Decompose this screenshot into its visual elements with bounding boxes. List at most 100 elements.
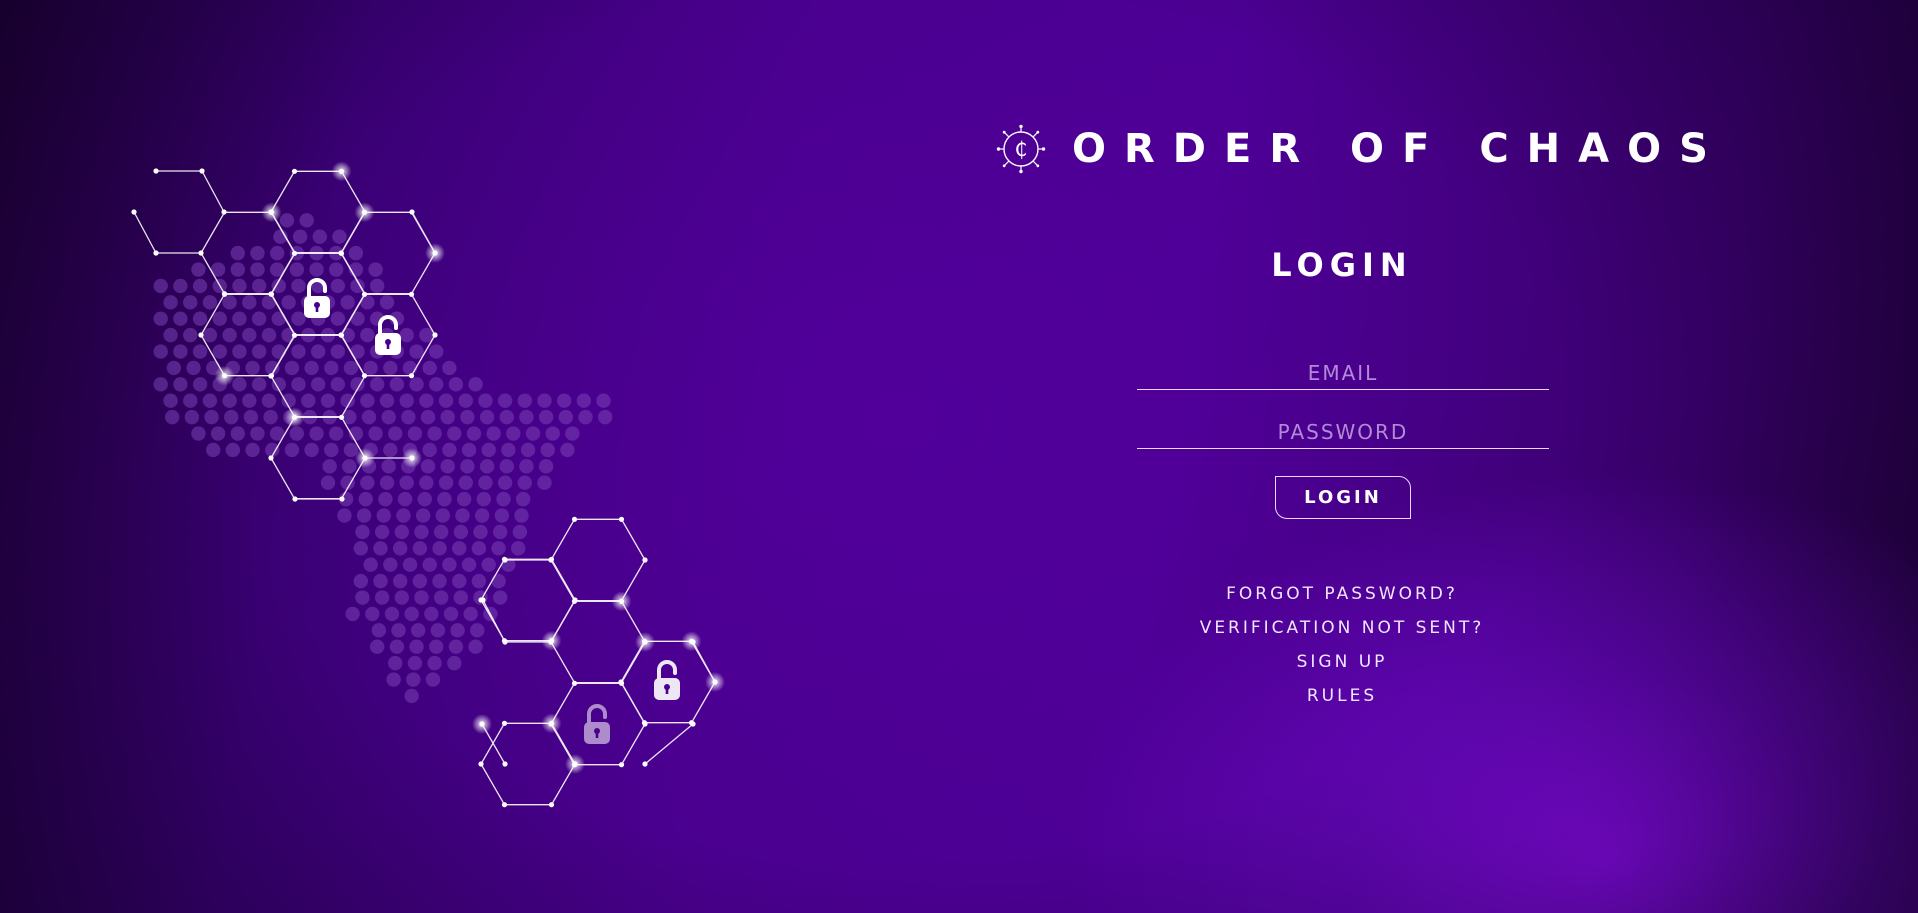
blob-dot [173, 278, 188, 294]
blob-dot [222, 327, 237, 343]
blob-dot [392, 541, 408, 556]
blob-dot [291, 344, 306, 359]
blob-dot [519, 459, 534, 474]
blob-dot [384, 606, 400, 622]
blob-dot [360, 393, 375, 408]
blob-dot [466, 426, 482, 441]
blob-dot [183, 393, 198, 408]
network-node [198, 250, 204, 256]
blob-dot [409, 377, 424, 392]
blob-dot [401, 409, 416, 425]
blob-dot [476, 491, 491, 507]
network-node [690, 639, 696, 645]
blob-dot [520, 442, 536, 458]
blob-dot [342, 459, 357, 474]
network-node [642, 761, 648, 767]
blob-dot [433, 524, 449, 540]
blob-dot [478, 475, 493, 490]
login-heading: LOGIN [1271, 246, 1413, 284]
blob-dot [378, 491, 393, 507]
node-glow [425, 243, 445, 263]
blob-dot [330, 377, 346, 392]
blob-dot [558, 409, 573, 425]
blob-dot [399, 475, 414, 490]
blob-dot [494, 508, 510, 523]
network-node [338, 414, 345, 420]
blob-dot [394, 590, 409, 605]
blob-dot [474, 508, 490, 523]
blob-dot [245, 360, 260, 376]
network-node [548, 556, 555, 562]
rules-link[interactable]: RULES [1132, 682, 1552, 716]
blob-dot [427, 426, 442, 441]
blob-dot [478, 393, 493, 408]
blob-dot [370, 639, 385, 654]
blob-dot [191, 262, 206, 277]
blob-dot [210, 426, 226, 441]
blob-dot [430, 623, 446, 638]
blob-dot [468, 639, 483, 654]
blob-dot [545, 426, 560, 441]
network-node [221, 209, 227, 215]
network-node [642, 721, 648, 727]
network-node [153, 250, 159, 256]
blob-dot [343, 360, 359, 376]
blob-dot [309, 426, 324, 441]
blob-dot [388, 655, 403, 671]
blob-dot [429, 344, 444, 359]
blob-dot [433, 590, 449, 605]
blob-dot [230, 426, 245, 441]
forgot-password-link[interactable]: FORGOT PASSWORD? [1132, 580, 1552, 614]
blob-dot [261, 393, 277, 408]
network-node [291, 250, 298, 256]
node-glow [402, 448, 422, 468]
unlocked-padlock-icon [654, 660, 680, 700]
sign-up-link[interactable]: SIGN UP [1132, 648, 1552, 682]
network-node [291, 168, 298, 174]
blob-dot [370, 377, 385, 392]
network-connector [156, 170, 225, 213]
blob-dot [358, 491, 373, 507]
blob-dot [230, 245, 245, 261]
blob-dot [381, 459, 396, 474]
network-node [131, 209, 137, 215]
blob-dot [330, 278, 346, 294]
blob-dot [402, 557, 418, 572]
blob-dot [453, 524, 469, 540]
blob-dot [415, 508, 431, 523]
blob-dot [279, 213, 295, 228]
blob-dot [309, 262, 324, 277]
blob-dot [402, 360, 418, 376]
blob-dot [299, 213, 314, 228]
blob-dot [442, 360, 457, 376]
blob-dot [525, 426, 541, 441]
blob-dot [442, 442, 457, 458]
blob-dot [471, 541, 487, 556]
blob-dot [499, 409, 514, 425]
blob-dot [173, 344, 188, 359]
blob-dot [515, 491, 531, 507]
blob-dot [345, 606, 360, 622]
node-glow [331, 161, 352, 182]
network-node [572, 597, 578, 603]
blob-dot [232, 344, 247, 359]
blob-dot [412, 573, 428, 589]
blob-dot [448, 639, 464, 654]
blob-dot [422, 442, 437, 458]
blob-dot [479, 409, 495, 425]
blob-dot [512, 524, 528, 540]
blob-dot [191, 426, 206, 441]
email-field[interactable] [1137, 357, 1549, 390]
blob-dot [414, 524, 429, 540]
blob-dot [497, 475, 513, 490]
node-glow [261, 202, 282, 223]
verification-not-sent-link[interactable]: VERIFICATION NOT SENT? [1132, 614, 1552, 648]
blob-dot [232, 311, 247, 326]
password-field[interactable] [1137, 416, 1549, 449]
blob-dot [506, 426, 521, 441]
blob-dot [493, 590, 508, 605]
login-button[interactable]: LOGIN [1275, 476, 1411, 519]
network-node [571, 680, 578, 686]
blob-dot [538, 459, 554, 474]
blob-dot [452, 573, 467, 589]
